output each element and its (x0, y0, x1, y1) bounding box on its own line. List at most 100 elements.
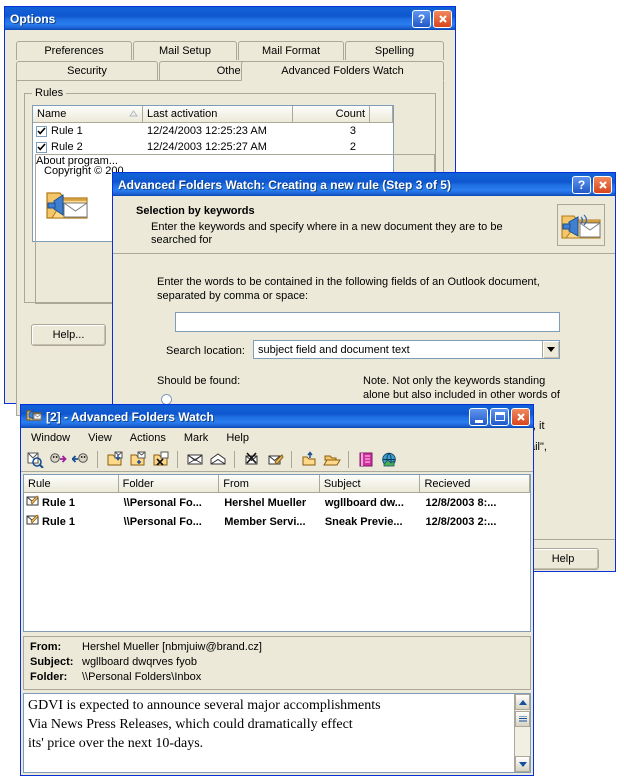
rule-last-activation: 12/24/2003 12:25:27 AM (147, 141, 267, 153)
wizard-help-button[interactable]: Help (527, 548, 599, 570)
help-button[interactable]: Help... (31, 324, 106, 346)
help-icon[interactable]: ? (412, 9, 431, 28)
find-message-icon[interactable] (24, 449, 45, 469)
table-row[interactable]: Rule 2 12/24/2003 12:25:27 AM 2 (33, 139, 393, 155)
maximize-icon[interactable] (490, 407, 509, 426)
open-message-icon[interactable] (207, 449, 228, 469)
preview-body-line3: its' price over the next 10-days. (28, 736, 204, 751)
web-home-icon[interactable] (378, 449, 399, 469)
close-icon[interactable] (433, 9, 452, 28)
tab-mail-setup[interactable]: Mail Setup (133, 41, 237, 60)
preview-from-row: From: Hershel Mueller [nbmjuiw@brand.cz] (30, 640, 530, 655)
msg-rule: Rule 1 (42, 515, 76, 528)
tab-label: Security (67, 65, 107, 77)
help-icon[interactable]: ? (572, 175, 591, 194)
envelope-message-icon (26, 514, 39, 529)
main-body: Window View Actions Mark Help Rule Folde… (21, 428, 533, 775)
chevron-down-icon[interactable] (542, 341, 559, 358)
msg-from: Hershel Mueller (224, 496, 307, 509)
wizard-step-subtitle: Enter the keywords and specify where in … (151, 221, 503, 246)
rule-enabled-checkbox[interactable] (36, 125, 47, 137)
close-icon[interactable] (593, 175, 612, 194)
menu-actions[interactable]: Actions (128, 431, 168, 445)
wizard-titlebar[interactable]: Advanced Folders Watch: Creating a new r… (113, 173, 615, 196)
rules-list-header: Name Last activation Count (33, 106, 393, 123)
tab-label: Mail Setup (159, 45, 211, 57)
msg-col-recieved[interactable]: Recieved (420, 475, 530, 493)
rule-count: 3 (349, 125, 356, 137)
rule-name-cell[interactable]: Rule 1 (33, 125, 143, 137)
previous-unread-icon[interactable] (70, 449, 91, 469)
options-titlebar-buttons: ? (412, 9, 452, 28)
move-to-folder-icon[interactable] (127, 449, 148, 469)
toolbar-separator (348, 450, 349, 468)
msg-col-folder[interactable]: Folder (118, 475, 220, 493)
rule-name-cell[interactable]: Rule 2 (33, 141, 143, 153)
main-titlebar[interactable]: [2] - Advanced Folders Watch (21, 405, 533, 428)
tab-preferences[interactable]: Preferences (16, 41, 132, 60)
rules-col-last-activation[interactable]: Last activation (143, 106, 293, 123)
advanced-folders-watch-window[interactable]: [2] - Advanced Folders Watch Window View… (20, 404, 534, 776)
preview-from-value: Hershel Mueller [nbmjuiw@brand.cz] (82, 641, 262, 653)
options-titlebar[interactable]: Options ? (5, 7, 455, 30)
close-icon[interactable] (511, 407, 530, 426)
msg-col-subject[interactable]: Subject (319, 475, 421, 493)
search-location-combobox[interactable]: subject field and document text (253, 340, 560, 359)
copy-to-folder-icon[interactable] (104, 449, 125, 469)
preview-scrollbar[interactable] (514, 694, 530, 772)
tab-mail-format[interactable]: Mail Format (238, 41, 344, 60)
preview-from-label: From: (30, 641, 62, 653)
preview-body-line2: Via News Press Releases, which could dra… (28, 717, 353, 732)
preview-body[interactable]: GDVI is expected to announce several maj… (23, 693, 531, 773)
preview-folder-row: Folder: \\Personal Folders\Inbox (30, 670, 530, 685)
address-book-icon[interactable] (355, 449, 376, 469)
msg-subject: Sneak Previe... (324, 515, 403, 528)
column-label: Subject (323, 477, 361, 490)
rules-col-count[interactable]: Count (293, 106, 370, 123)
open-folder-up-icon[interactable] (298, 449, 319, 469)
delete-message-icon[interactable] (241, 449, 262, 469)
table-row[interactable]: Rule 1 12/24/2003 12:25:23 AM 3 (33, 123, 393, 139)
column-label: Folder (122, 477, 154, 490)
tab-spelling[interactable]: Spelling (345, 41, 444, 60)
msg-recieved: 12/8/2003 8:... (425, 496, 497, 509)
column-label: Recieved (424, 477, 471, 490)
tab-advanced-folders-watch[interactable]: Advanced Folders Watch (241, 61, 444, 81)
rule-count: 2 (349, 141, 356, 153)
wizard-header-icon (557, 204, 605, 246)
tab-security[interactable]: Security (16, 61, 158, 80)
minimize-icon[interactable] (469, 407, 488, 426)
scroll-down-icon[interactable] (515, 756, 530, 772)
toolbar-separator (234, 450, 235, 468)
next-unread-icon[interactable] (47, 449, 68, 469)
rule-enabled-checkbox[interactable] (36, 141, 47, 153)
menu-view[interactable]: View (86, 431, 114, 445)
rule-name: Rule 1 (51, 125, 83, 137)
tab-label: Advanced Folders Watch (281, 65, 404, 77)
rules-col-name[interactable]: Name (33, 106, 143, 123)
table-row[interactable]: Rule 1 \\Personal Fo... Hershel Mueller … (24, 493, 530, 512)
keyword-note-line2: alone but also included in other words o… (363, 389, 560, 401)
keywords-instruction: Enter the words to be contained in the f… (157, 276, 540, 302)
message-listview[interactable]: Rule Folder From Subject Recieved Rule 1 (23, 474, 531, 632)
rule-name: Rule 2 (51, 141, 83, 153)
mark-unread-icon[interactable] (184, 449, 205, 469)
menu-window[interactable]: Window (29, 431, 72, 445)
table-row[interactable]: Rule 1 \\Personal Fo... Member Servi... … (24, 512, 530, 531)
msg-col-rule[interactable]: Rule (24, 475, 119, 493)
clear-marked-icon[interactable] (264, 449, 285, 469)
keyword-note-line1: Note. Not only the keywords standing (363, 375, 546, 387)
open-folder-icon[interactable] (321, 449, 342, 469)
menu-help[interactable]: Help (224, 431, 251, 445)
msg-col-from[interactable]: From (219, 475, 320, 493)
rules-col-filler (370, 106, 393, 123)
delete-folder-icon[interactable] (150, 449, 171, 469)
rules-group-label: Rules (32, 87, 67, 99)
menu-mark[interactable]: Mark (182, 431, 210, 445)
scroll-up-icon[interactable] (515, 694, 530, 710)
wizard-header: Selection by keywords Enter the keywords… (113, 196, 615, 254)
keywords-input[interactable] (175, 312, 560, 332)
scroll-thumb[interactable] (515, 711, 530, 727)
options-title: Options (10, 11, 56, 26)
envelope-message-icon (26, 495, 39, 510)
